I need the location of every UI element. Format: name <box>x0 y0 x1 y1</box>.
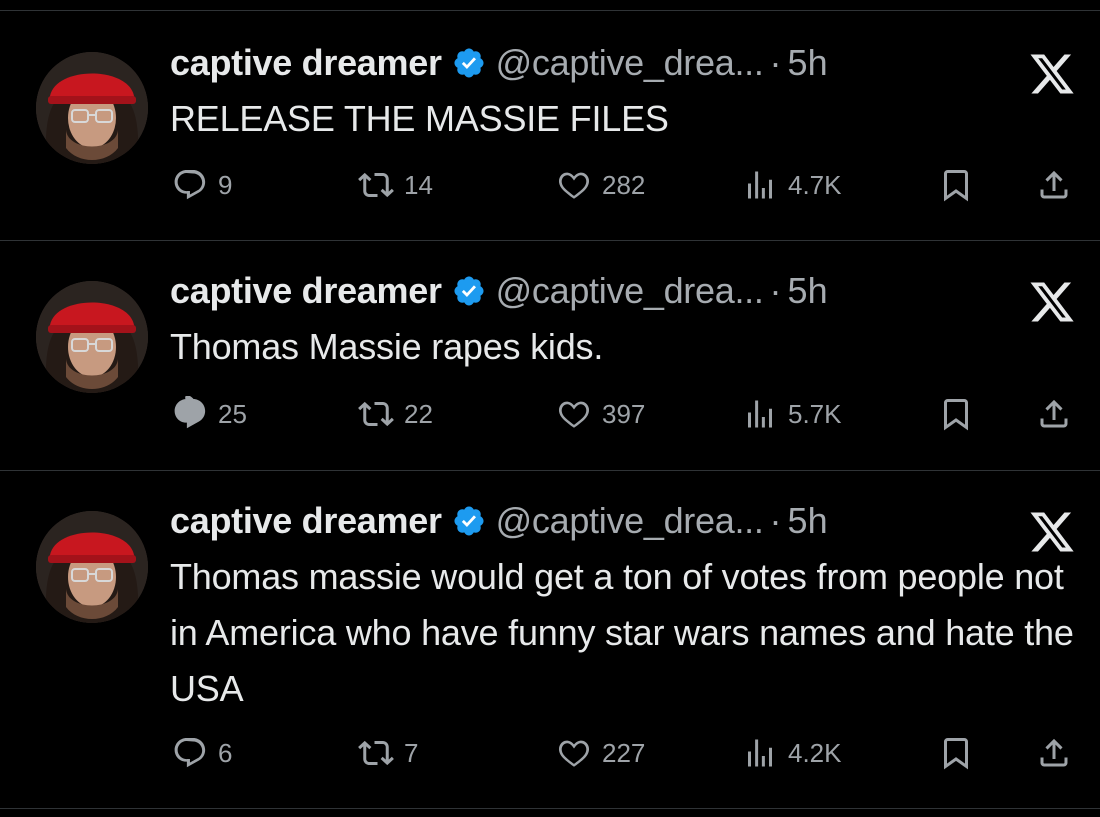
separator-dot: · <box>769 500 782 541</box>
retweet-icon <box>358 172 394 198</box>
reply-count: 6 <box>218 737 233 768</box>
like-count: 397 <box>602 398 646 429</box>
tweet-text: Thomas massie would get a ton of votes f… <box>170 556 1074 709</box>
separator-dot: · <box>769 270 782 311</box>
reply-icon <box>174 170 206 200</box>
reply-button[interactable]: 9 <box>172 165 232 205</box>
avatar-image <box>36 281 148 393</box>
display-name[interactable]: captive dreamer <box>170 500 442 542</box>
views-icon <box>748 739 772 767</box>
tweet-header: captive dreamer @captive_drea... · 5h <box>170 263 828 319</box>
repost-button[interactable]: 22 <box>358 394 433 434</box>
tweet[interactable]: captive dreamer @captive_drea... · 5h Th… <box>0 471 1100 809</box>
reply-icon <box>174 738 206 768</box>
reply-count: 25 <box>218 398 247 429</box>
like-icon <box>558 740 590 767</box>
like-button[interactable]: 397 <box>556 394 645 434</box>
reply-button[interactable]: 6 <box>172 733 232 773</box>
bookmark-icon[interactable] <box>938 735 974 771</box>
reply-button[interactable]: 25 <box>172 394 247 434</box>
timestamp[interactable]: 5h <box>788 270 828 312</box>
retweet-icon <box>358 740 394 766</box>
bookmark-icon[interactable] <box>938 396 974 432</box>
like-icon <box>558 172 590 199</box>
avatar-image <box>36 511 148 623</box>
repost-count: 22 <box>404 398 433 429</box>
views-button[interactable]: 4.2K <box>742 733 842 773</box>
handle[interactable]: @captive_drea... <box>496 270 764 312</box>
tweet[interactable]: captive dreamer @captive_drea... · 5h Th… <box>0 241 1100 471</box>
verified-badge-icon <box>452 504 486 538</box>
timestamp[interactable]: 5h <box>788 42 828 84</box>
separator-dot: · <box>769 42 782 83</box>
views-count: 4.2K <box>788 737 842 768</box>
share-icon[interactable] <box>1036 396 1072 432</box>
repost-button[interactable]: 7 <box>358 733 418 773</box>
tweet-header: captive dreamer @captive_drea... · 5h <box>170 493 828 549</box>
avatar[interactable] <box>36 52 148 164</box>
bookmark-icon[interactable] <box>938 167 974 203</box>
like-count: 227 <box>602 737 646 768</box>
views-count: 5.7K <box>788 398 842 429</box>
tweet-header: captive dreamer @captive_drea... · 5h <box>170 35 828 91</box>
tweet-text: Thomas Massie rapes kids. <box>170 326 604 367</box>
views-button[interactable]: 5.7K <box>742 394 842 434</box>
share-icon[interactable] <box>1036 167 1072 203</box>
avatar-image <box>36 52 148 164</box>
display-name[interactable]: captive dreamer <box>170 270 442 312</box>
verified-badge-icon <box>452 274 486 308</box>
like-button[interactable]: 227 <box>556 733 645 773</box>
display-name[interactable]: captive dreamer <box>170 42 442 84</box>
tweet-text: RELEASE THE MASSIE FILES <box>170 98 669 139</box>
handle[interactable]: @captive_drea... <box>496 42 764 84</box>
like-icon <box>558 401 590 428</box>
avatar[interactable] <box>36 281 148 393</box>
views-button[interactable]: 4.7K <box>742 165 842 205</box>
tweet-divider <box>0 808 1100 809</box>
timestamp[interactable]: 5h <box>788 500 828 542</box>
like-button[interactable]: 282 <box>556 165 645 205</box>
reply-icon <box>174 396 206 429</box>
views-icon <box>748 171 772 199</box>
tweet[interactable]: captive dreamer @captive_drea... · 5h RE… <box>0 11 1100 241</box>
repost-count: 14 <box>404 169 433 200</box>
repost-button[interactable]: 14 <box>358 165 433 205</box>
views-count: 4.7K <box>788 169 842 200</box>
avatar[interactable] <box>36 511 148 623</box>
repost-count: 7 <box>404 737 419 768</box>
reply-count: 9 <box>218 169 233 200</box>
share-icon[interactable] <box>1036 735 1072 771</box>
verified-badge-icon <box>452 46 486 80</box>
retweet-icon <box>358 401 394 427</box>
like-count: 282 <box>602 169 646 200</box>
handle[interactable]: @captive_drea... <box>496 500 764 542</box>
views-icon <box>748 400 772 428</box>
